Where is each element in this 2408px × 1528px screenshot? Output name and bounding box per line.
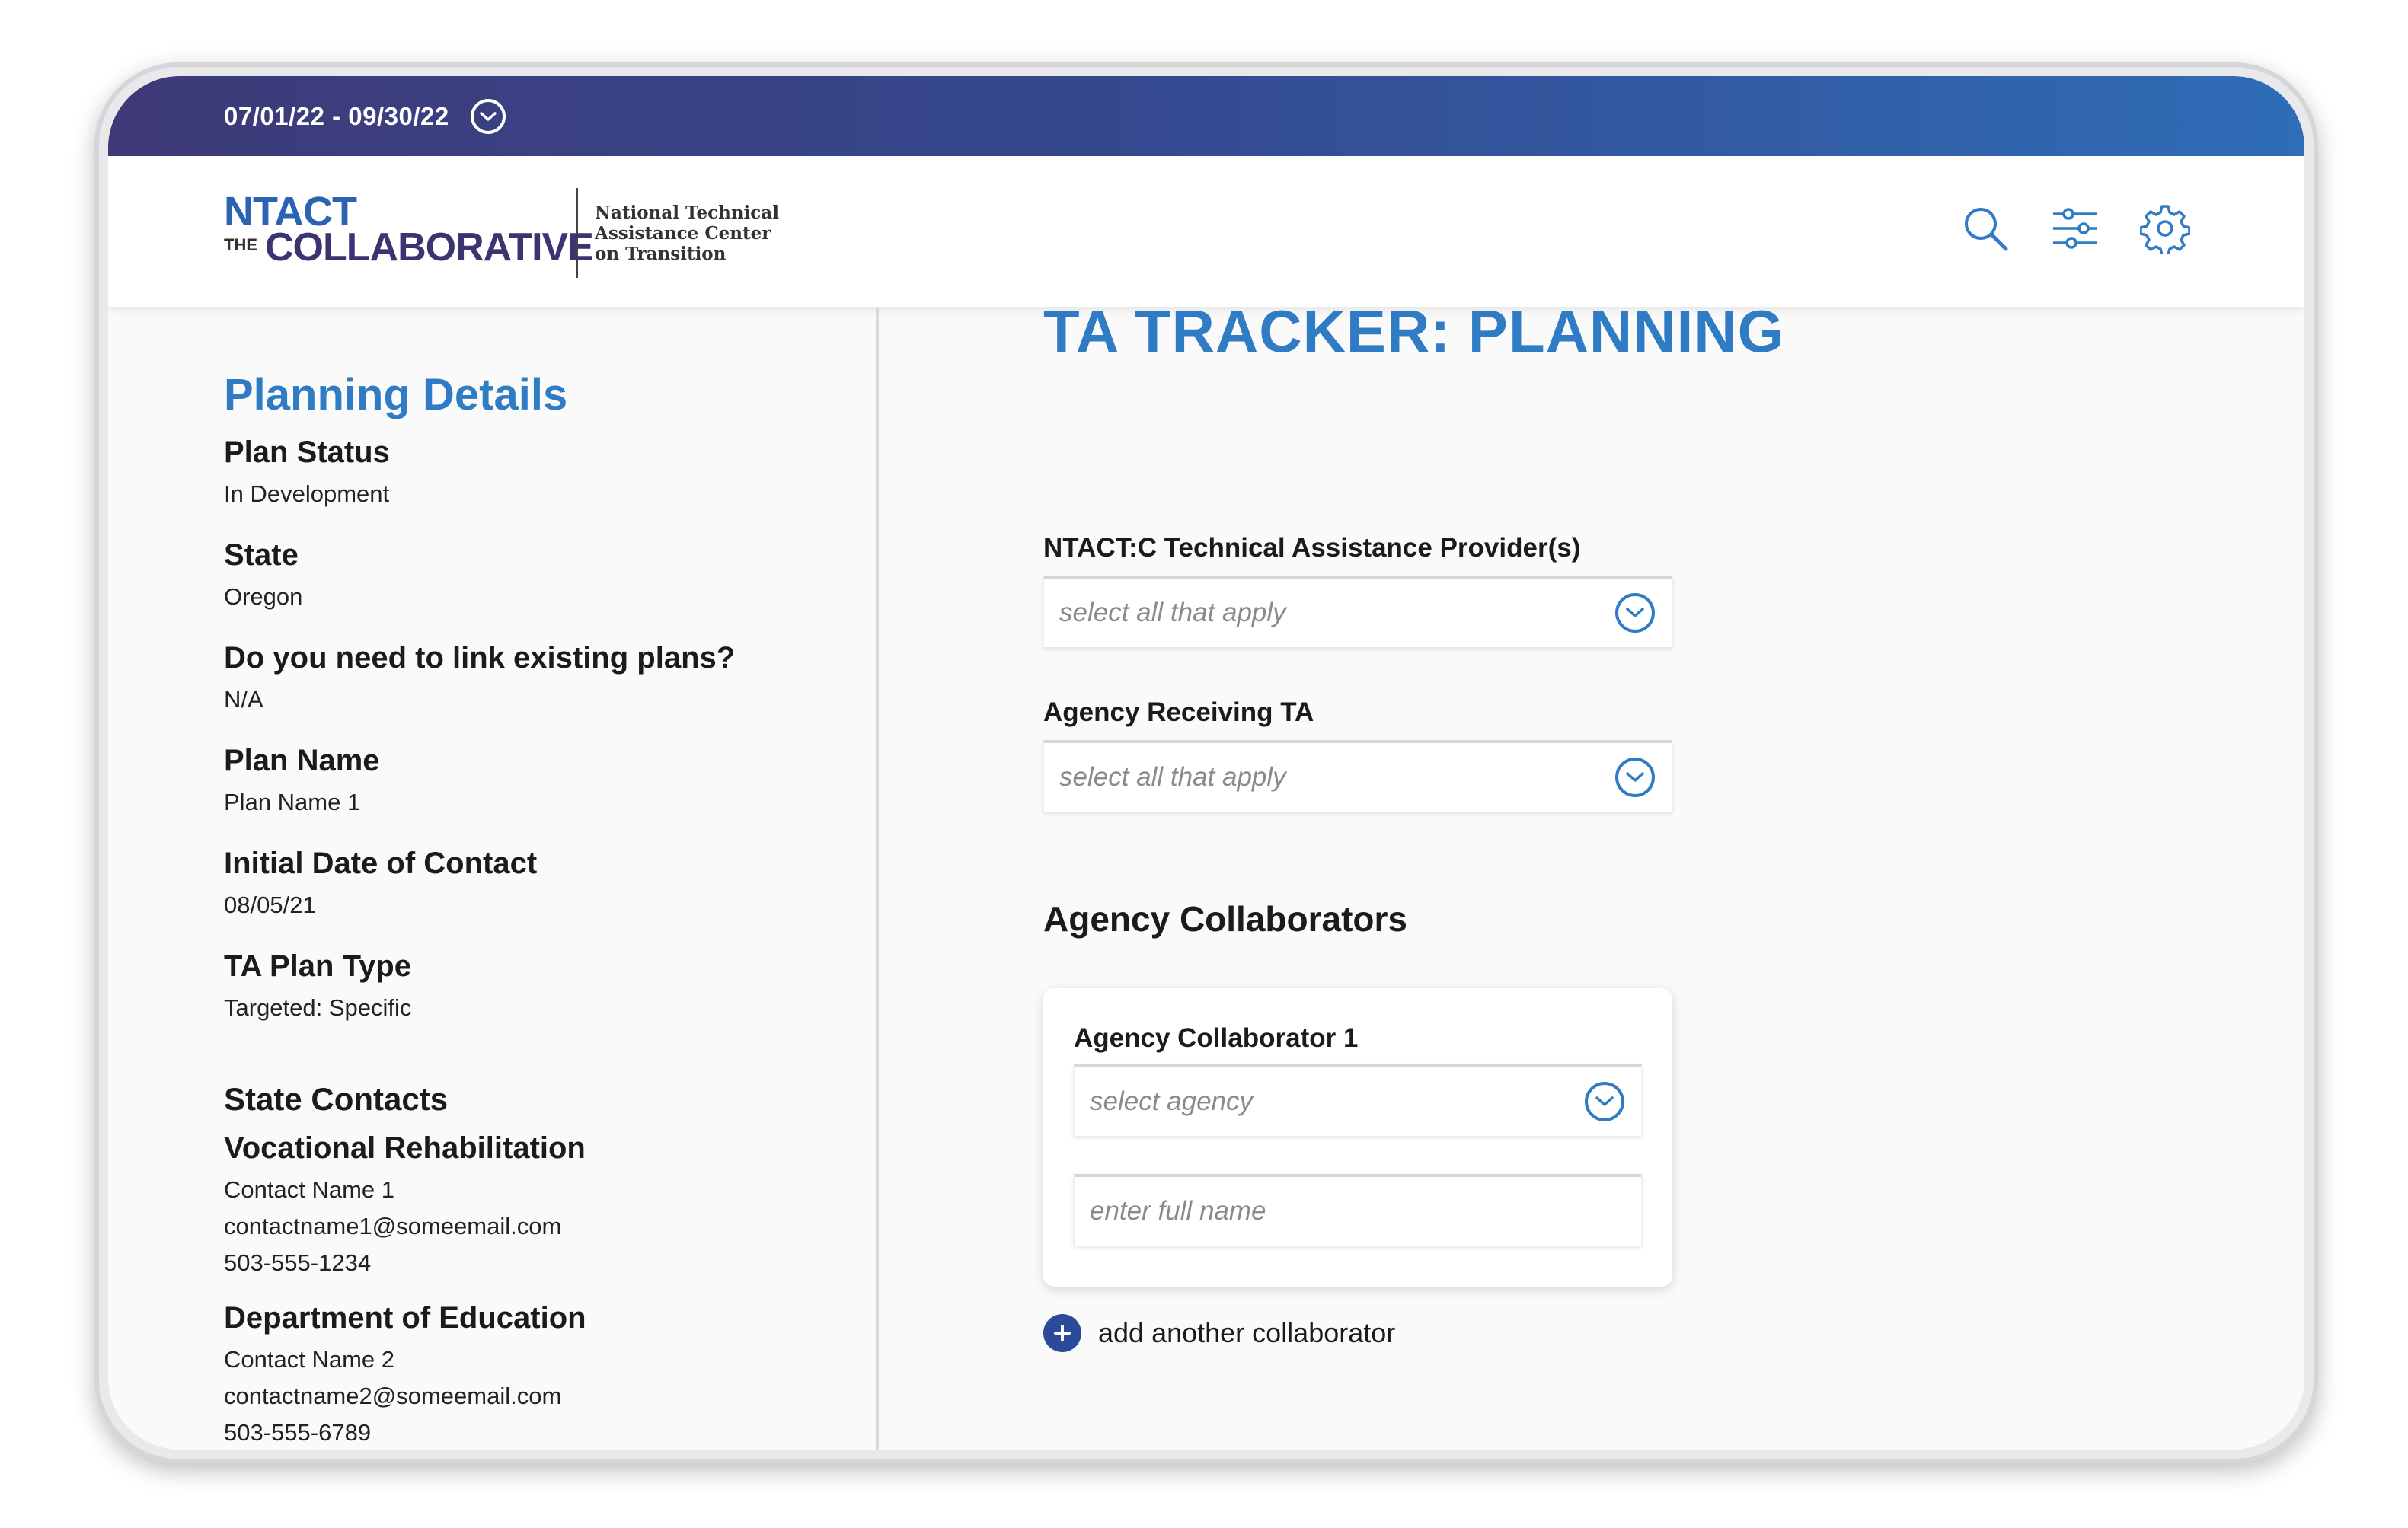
app-header: NTACT THE COLLABORATIVE National Technic… — [108, 156, 2304, 307]
agency-receiving-label: Agency Receiving TA — [1043, 697, 1314, 727]
field-label: Plan Status — [224, 435, 390, 469]
plus-icon — [1043, 1314, 1081, 1352]
contact-phone: 503-555-6789 — [224, 1419, 372, 1446]
date-bar: 07/01/22 - 09/30/22 — [108, 76, 2304, 156]
page-title: TA TRACKER: PLANNING — [1043, 298, 1785, 365]
collaborator-name-field[interactable] — [1074, 1174, 1642, 1246]
contact-name: Contact Name 1 — [224, 1176, 394, 1203]
field-value: Plan Name 1 — [224, 789, 361, 815]
logo-the-text: THE — [224, 235, 257, 254]
providers-label: NTACT:C Technical Assistance Provider(s) — [1043, 533, 1581, 563]
chevron-down-icon — [1615, 758, 1655, 797]
contact-card: Vocational Rehabilitation Contact Name 1… — [224, 1131, 876, 1281]
contact-agency: Department of Education — [224, 1301, 586, 1335]
contact-card: Department of Education Contact Name 2 c… — [224, 1301, 876, 1450]
agency-receiving-placeholder: select all that apply — [1059, 762, 1286, 792]
agency-receiving-select[interactable]: select all that apply — [1043, 740, 1672, 812]
field-label: Plan Name — [224, 744, 380, 777]
add-collaborator-label: add another collaborator — [1098, 1317, 1396, 1348]
providers-select[interactable]: select all that apply — [1043, 576, 1672, 647]
field-plan-name: Plan Name Plan Name 1 — [224, 744, 876, 816]
date-range-chevron-icon[interactable] — [470, 98, 506, 134]
providers-placeholder: select all that apply — [1059, 598, 1286, 627]
collaborator-agency-select[interactable]: select agency — [1074, 1064, 1642, 1136]
contact-name: Contact Name 2 — [224, 1346, 394, 1373]
planning-details-panel: Planning Details Plan Status In Developm… — [108, 307, 879, 1450]
logo-subtitle-line: on Transition — [595, 243, 727, 264]
field-value: 08/05/21 — [224, 892, 316, 918]
field-state: State Oregon — [224, 538, 876, 611]
ntact-logo[interactable]: NTACT THE COLLABORATIVE National Technic… — [224, 188, 779, 278]
logo-collaborative-text: COLLABORATIVE — [265, 225, 594, 270]
field-label: Do you need to link existing plans? — [224, 641, 736, 675]
filter-sliders-icon[interactable] — [2050, 203, 2100, 254]
gear-icon[interactable] — [2139, 203, 2191, 257]
search-icon[interactable] — [1960, 203, 2010, 254]
field-value: Oregon — [224, 583, 303, 610]
agency-collaborator-card: Agency Collaborator 1 select agency — [1043, 988, 1672, 1287]
logo-subtitle: National Technical Assistance Center on … — [595, 202, 779, 264]
collaborator-card-label: Agency Collaborator 1 — [1074, 1023, 1359, 1053]
field-link-existing-plans: Do you need to link existing plans? N/A — [224, 641, 876, 713]
planning-details-title: Planning Details — [224, 370, 568, 419]
contact-email[interactable]: contactname1@someemail.com — [224, 1208, 876, 1245]
contact-agency: Vocational Rehabilitation — [224, 1131, 586, 1165]
field-initial-date: Initial Date of Contact 08/05/21 — [224, 847, 876, 919]
collaborator-name-input[interactable] — [1090, 1196, 1641, 1227]
logo-wordmark: NTACT THE COLLABORATIVE — [224, 188, 594, 278]
field-label: Initial Date of Contact — [224, 847, 538, 880]
field-plan-status: Plan Status In Development — [224, 435, 876, 508]
field-value: N/A — [224, 686, 263, 713]
header-actions — [1960, 203, 2191, 257]
field-label: State — [224, 538, 299, 572]
agency-collaborators-title: Agency Collaborators — [1043, 899, 1407, 939]
field-value: Targeted: Specific — [224, 994, 412, 1021]
chevron-down-icon — [1615, 593, 1655, 633]
contact-phone: 503-555-1234 — [224, 1249, 372, 1276]
chevron-down-icon — [1585, 1082, 1624, 1121]
contact-email[interactable]: contactname2@someemail.com — [224, 1378, 876, 1415]
field-value: In Development — [224, 480, 390, 507]
state-contacts-section: State Contacts Vocational Rehabilitation… — [224, 1081, 876, 1450]
add-collaborator-button[interactable]: add another collaborator — [1043, 1314, 1395, 1352]
collaborator-agency-placeholder: select agency — [1090, 1086, 1254, 1116]
date-range-label: 07/01/22 - 09/30/22 — [224, 101, 449, 130]
state-contacts-title: State Contacts — [224, 1081, 449, 1117]
field-label: TA Plan Type — [224, 949, 411, 983]
field-ta-plan-type: TA Plan Type Targeted: Specific — [224, 949, 876, 1022]
logo-subtitle-line: Assistance Center — [595, 222, 771, 244]
logo-subtitle-line: National Technical — [595, 202, 779, 223]
